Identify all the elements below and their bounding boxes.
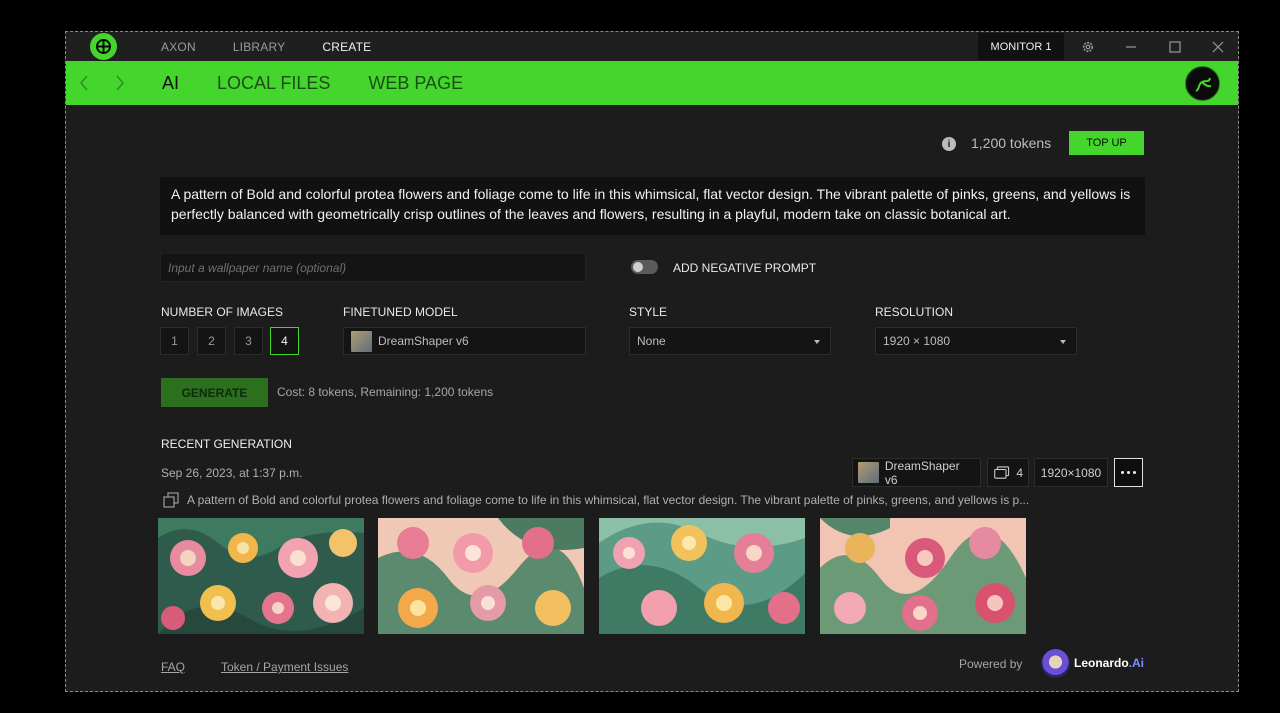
resolution-value: 1920 × 1080 [883, 334, 951, 348]
recent-generation-title: RECENT GENERATION [161, 437, 292, 451]
prompt-textarea[interactable]: A pattern of Bold and colorful protea fl… [160, 177, 1145, 235]
top-nav: AXON LIBRARY CREATE [161, 32, 371, 61]
faq-link[interactable]: FAQ [161, 660, 185, 674]
back-arrow-icon[interactable] [74, 71, 94, 95]
model-thumbnail [351, 330, 372, 352]
leonardo-brand: Leonardo.Ai [1074, 656, 1144, 670]
leonardo-brand-name: Leonardo [1074, 656, 1129, 670]
powered-by-text: Powered by [959, 657, 1023, 671]
razer-snake-icon [1194, 77, 1211, 92]
user-avatar[interactable] [1185, 66, 1220, 101]
monitor-selector-button[interactable]: MONITOR 1 [978, 33, 1064, 60]
title-bar: AXON LIBRARY CREATE MONITOR 1 [66, 32, 1238, 61]
tab-ai[interactable]: AI [162, 73, 179, 94]
recent-model-chip: DreamShaper v6 [852, 458, 981, 487]
top-nav-create[interactable]: CREATE [322, 40, 371, 54]
copy-icon[interactable] [163, 492, 179, 508]
style-value: None [637, 334, 666, 348]
sub-tabs: AI LOCAL FILES WEB PAGE [162, 61, 463, 105]
image-count-2-button[interactable]: 2 [197, 327, 226, 355]
chevron-down-icon [814, 340, 820, 344]
resolution-select[interactable]: 1920 × 1080 [875, 327, 1077, 355]
token-balance: 1,200 tokens [971, 135, 1052, 151]
maximize-icon[interactable] [1157, 32, 1193, 61]
recent-resolution-chip: 1920×1080 [1034, 458, 1108, 487]
tab-local-files[interactable]: LOCAL FILES [217, 73, 330, 94]
finetuned-model-value: DreamShaper v6 [378, 334, 469, 348]
token-payment-issues-link[interactable]: Token / Payment Issues [221, 660, 348, 674]
sub-nav-bar: AI LOCAL FILES WEB PAGE [66, 61, 1238, 105]
negative-prompt-label: ADD NEGATIVE PROMPT [673, 261, 817, 275]
top-nav-axon[interactable]: AXON [161, 40, 196, 54]
razer-synapse-logo-icon[interactable] [90, 33, 117, 60]
generated-image-2[interactable] [378, 518, 584, 634]
finetuned-model-select[interactable]: DreamShaper v6 [343, 327, 586, 355]
generation-cost-text: Cost: 8 tokens, Remaining: 1,200 tokens [277, 385, 494, 399]
recent-generation-date: Sep 26, 2023, at 1:37 p.m. [161, 466, 303, 480]
recent-model-name: DreamShaper v6 [884, 458, 960, 487]
finetuned-model-label: FINETUNED MODEL [343, 305, 458, 319]
more-options-button[interactable] [1114, 458, 1143, 487]
info-icon[interactable]: i [942, 137, 956, 151]
wallpaper-name-input[interactable] [160, 253, 586, 282]
chevron-down-icon [1060, 340, 1066, 344]
recent-prompt-text: A pattern of Bold and colorful protea fl… [187, 493, 1030, 507]
app-window: AXON LIBRARY CREATE MONITOR 1 AI LOCAL F… [65, 31, 1239, 692]
recent-image-count-chip: 4 [987, 458, 1029, 487]
image-count-3-button[interactable]: 3 [234, 327, 263, 355]
close-icon[interactable] [1200, 32, 1236, 61]
leonardo-brand-suffix: .Ai [1128, 656, 1145, 670]
settings-gear-icon[interactable] [1070, 32, 1106, 61]
image-count-4-button[interactable]: 4 [270, 327, 299, 355]
style-select[interactable]: None [629, 327, 831, 355]
top-up-button[interactable]: TOP UP [1069, 131, 1144, 155]
number-of-images-label: NUMBER OF IMAGES [161, 305, 284, 319]
leonardo-logo-icon [1041, 649, 1070, 678]
generate-button[interactable]: GENERATE [161, 378, 268, 407]
image-count-1-button[interactable]: 1 [160, 327, 189, 355]
tab-web-page[interactable]: WEB PAGE [368, 73, 463, 94]
forward-arrow-icon[interactable] [110, 71, 130, 95]
model-thumbnail [858, 462, 879, 483]
images-stack-icon [994, 465, 1010, 479]
minimize-icon[interactable] [1113, 32, 1149, 61]
generated-image-3[interactable] [599, 518, 805, 634]
style-label: STYLE [629, 305, 668, 319]
recent-image-count: 4 [1016, 465, 1023, 480]
generated-image-4[interactable] [820, 518, 1026, 634]
resolution-label: RESOLUTION [875, 305, 954, 319]
top-nav-library[interactable]: LIBRARY [233, 40, 286, 54]
generated-image-1[interactable] [158, 518, 364, 634]
negative-prompt-toggle[interactable] [631, 260, 658, 274]
